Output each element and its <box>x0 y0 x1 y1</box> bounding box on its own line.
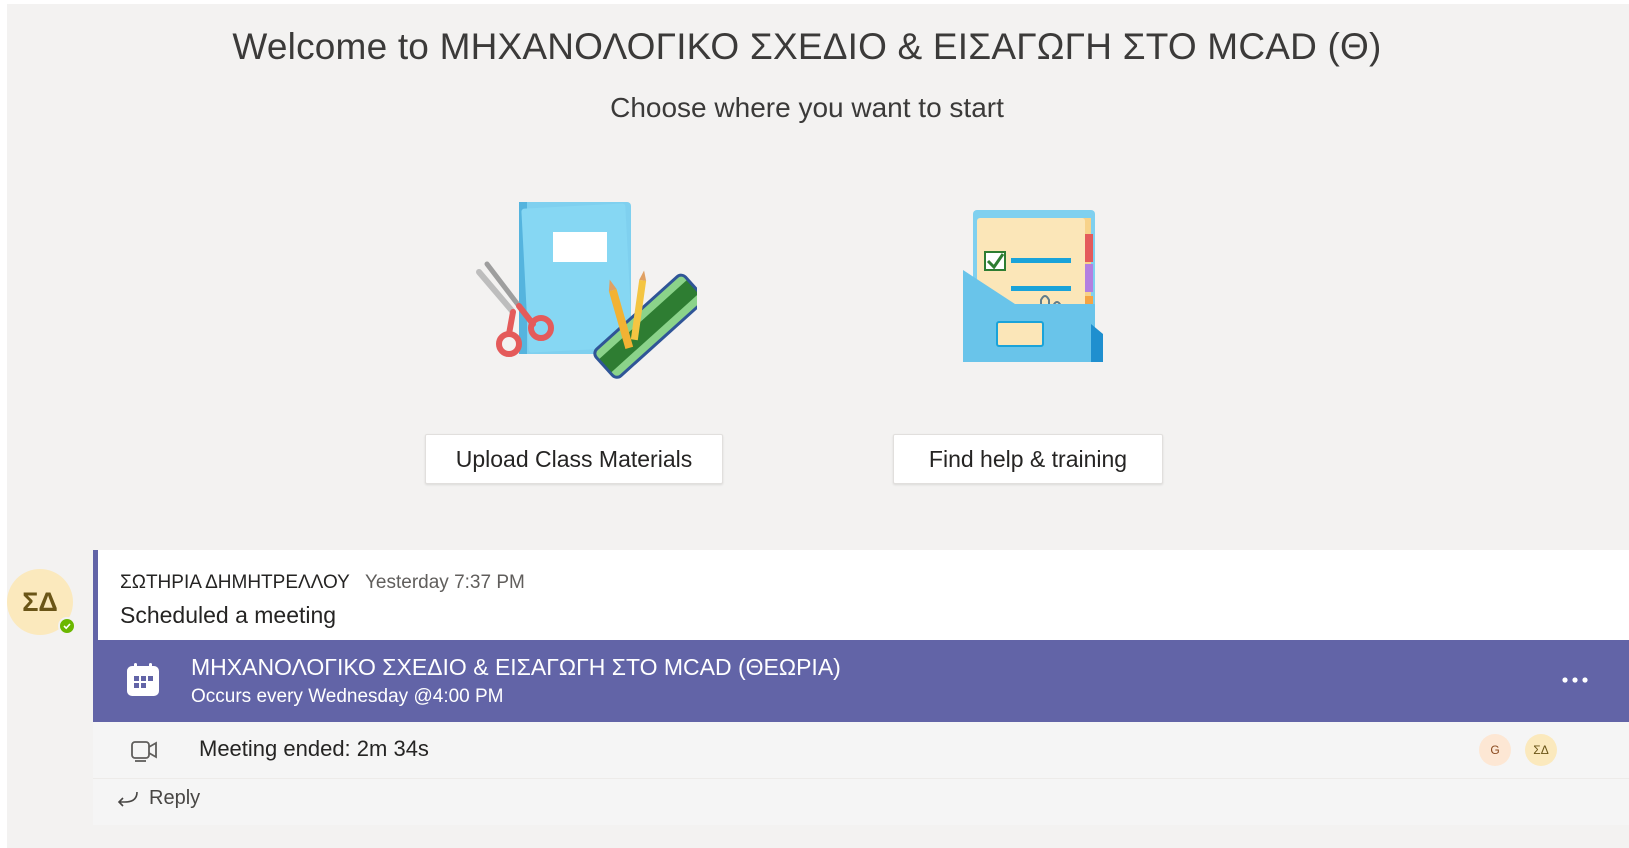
checkmark-icon <box>63 623 71 630</box>
calendar-icon <box>127 663 159 696</box>
reply-row: Reply <box>93 778 1629 825</box>
channel-welcome-area: Welcome to ΜΗΧΑΝΟΛΟΓΙΚΟ ΣΧΕΔΙΟ & ΕΙΣΑΓΩΓ… <box>7 4 1629 848</box>
meeting-ended-row: Meeting ended: 2m 34s G ΣΔ <box>93 722 1629 778</box>
welcome-title: Welcome to ΜΗΧΑΝΟΛΟΓΙΚΟ ΣΧΕΔΙΟ & ΕΙΣΑΓΩΓ… <box>232 26 1382 67</box>
meeting-card[interactable]: ΜΗΧΑΝΟΛΟΓΙΚΟ ΣΧΕΔΙΟ & ΕΙΣΑΓΩΓΗ ΣΤΟ MCAD … <box>93 640 1629 722</box>
meeting-title[interactable]: ΜΗΧΑΝΟΛΟΓΙΚΟ ΣΧΕΔΙΟ & ΕΙΣΑΓΩΓΗ ΣΤΟ MCAD … <box>191 654 841 681</box>
participant-initials: G <box>1490 743 1500 757</box>
post-timestamp: Yesterday 7:37 PM <box>365 572 525 593</box>
reply-arrow-icon <box>117 791 138 807</box>
post-text: Scheduled a meeting <box>120 602 337 628</box>
more-options-button[interactable] <box>1557 662 1593 698</box>
participant-avatar[interactable]: G <box>1479 734 1511 766</box>
more-options-icon <box>1562 677 1588 683</box>
participant-initials: ΣΔ <box>1533 743 1549 757</box>
participant-avatar[interactable]: ΣΔ <box>1525 734 1557 766</box>
find-help-training-button[interactable]: Find help & training <box>893 434 1163 484</box>
help-training-illustration <box>963 210 1103 362</box>
meeting-recurrence: Occurs every Wednesday @4:00 PM <box>191 686 504 707</box>
presence-available-icon <box>58 617 76 635</box>
reply-label: Reply <box>149 787 201 809</box>
welcome-subtitle: Choose where you want to start <box>610 92 1004 123</box>
video-camera-icon <box>131 741 157 762</box>
channel-post: ΣΩΤΗΡΙΑ ΔΗΜΗΤΡΕΛΛΟΥ Yesterday 7:37 PM Sc… <box>93 550 1629 848</box>
upload-class-materials-button[interactable]: Upload Class Materials <box>425 434 723 484</box>
meeting-ended-text: Meeting ended: 2m 34s <box>199 736 429 761</box>
post-header: ΣΩΤΗΡΙΑ ΔΗΜΗΤΡΕΛΛΟΥ Yesterday 7:37 PM Sc… <box>98 550 1629 640</box>
avatar-initials: ΣΔ <box>22 586 58 617</box>
class-materials-illustration <box>476 202 697 379</box>
post-author[interactable]: ΣΩΤΗΡΙΑ ΔΗΜΗΤΡΕΛΛΟΥ <box>120 572 350 594</box>
reply-button[interactable]: Reply <box>117 787 200 810</box>
